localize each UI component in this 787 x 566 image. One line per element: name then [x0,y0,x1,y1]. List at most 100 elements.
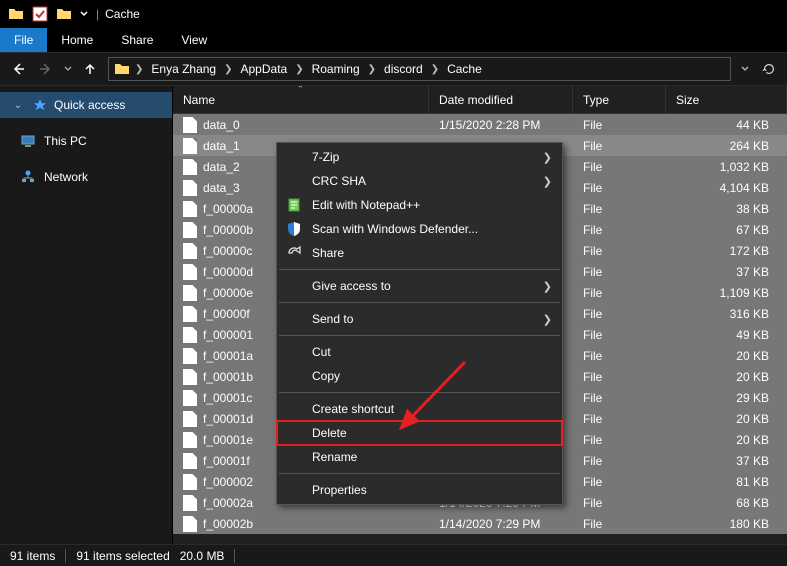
file-name: data_3 [203,181,240,195]
menu-item-crc-sha[interactable]: CRC SHA❯ [277,169,562,193]
star-icon [32,97,48,113]
menu-separator [279,302,560,303]
menu-item-delete[interactable]: Delete [277,421,562,445]
file-date: 1/14/2020 7:29 PM [429,517,573,531]
chevron-right-icon[interactable]: ❯ [429,64,441,75]
network-icon [20,169,36,185]
file-size: 44 KB [666,118,787,132]
column-date-modified[interactable]: Date modified [429,86,573,113]
file-size: 37 KB [666,454,787,468]
chevron-right-icon[interactable]: ❯ [366,64,378,75]
menu-item-copy[interactable]: Copy [277,364,562,388]
tab-file[interactable]: File [0,28,47,52]
address-dropdown[interactable] [735,55,755,83]
file-icon [183,306,197,322]
file-name: f_00002b [203,517,253,531]
file-date: 1/15/2020 2:28 PM [429,118,573,132]
menu-separator [279,392,560,393]
sidebar-item-quick-access[interactable]: ⌄ Quick access [0,92,172,118]
file-size: 264 KB [666,139,787,153]
refresh-button[interactable] [759,55,779,83]
file-name: f_00001c [203,391,252,405]
chevron-right-icon[interactable]: ❯ [293,64,305,75]
menu-separator [279,473,560,474]
menu-item-create-shortcut[interactable]: Create shortcut [277,397,562,421]
title-bar: | Cache [0,0,787,28]
checkbox-icon [30,4,50,24]
tab-share[interactable]: Share [107,28,167,52]
menu-item-label: Edit with Notepad++ [312,198,420,212]
file-name: f_00000a [203,202,253,216]
table-row[interactable]: f_00002b1/14/2020 7:29 PMFile180 KB [173,513,787,534]
crumb-1[interactable]: AppData [235,62,294,76]
menu-item-label: Cut [312,345,331,359]
sidebar-item-network[interactable]: Network [0,164,172,190]
crumb-2[interactable]: Roaming [306,62,366,76]
column-name[interactable]: Name ⌃ [173,86,429,113]
up-button[interactable] [76,55,104,83]
file-size: 38 KB [666,202,787,216]
menu-item-label: Give access to [312,279,391,293]
file-icon [183,159,197,175]
file-type: File [573,202,666,216]
menu-item-properties[interactable]: Properties [277,478,562,502]
file-type: File [573,286,666,300]
menu-item-cut[interactable]: Cut [277,340,562,364]
file-name: f_00001b [203,370,253,384]
navigation-pane: ⌄ Quick access This PC Network [0,86,173,544]
file-icon [183,495,197,511]
back-button[interactable] [4,55,32,83]
qa-dropdown-icon[interactable] [78,4,90,24]
file-size: 1,109 KB [666,286,787,300]
sidebar-item-label: This PC [44,134,87,148]
share-icon [285,244,303,262]
column-size[interactable]: Size [666,86,787,113]
file-size: 4,104 KB [666,181,787,195]
column-headers: Name ⌃ Date modified Type Size [173,86,787,114]
file-name: f_000001 [203,328,253,342]
file-icon [183,390,197,406]
file-name: data_1 [203,139,240,153]
file-type: File [573,412,666,426]
file-icon [183,180,197,196]
file-size: 81 KB [666,475,787,489]
file-name: f_00000f [203,307,250,321]
menu-item-scan-with-windows-defender[interactable]: Scan with Windows Defender... [277,217,562,241]
menu-item-7-zip[interactable]: 7-Zip❯ [277,145,562,169]
forward-button[interactable] [32,55,60,83]
crumb-3[interactable]: discord [378,62,429,76]
sidebar-item-this-pc[interactable]: This PC [0,128,172,154]
file-type: File [573,370,666,384]
history-dropdown[interactable] [60,65,76,73]
crumb-4[interactable]: Cache [441,62,488,76]
file-size: 20 KB [666,349,787,363]
menu-item-give-access-to[interactable]: Give access to❯ [277,274,562,298]
file-name: data_2 [203,160,240,174]
file-type: File [573,517,666,531]
file-name: f_00001a [203,349,253,363]
file-size: 68 KB [666,496,787,510]
chevron-right-icon[interactable]: ❯ [133,64,145,75]
column-type[interactable]: Type [573,86,666,113]
menu-item-edit-with-notepad[interactable]: Edit with Notepad++ [277,193,562,217]
file-type: File [573,433,666,447]
breadcrumb[interactable]: ❯ Enya Zhang ❯ AppData ❯ Roaming ❯ disco… [108,57,731,81]
chevron-right-icon[interactable]: ❯ [222,64,234,75]
crumb-0[interactable]: Enya Zhang [145,62,222,76]
tab-home[interactable]: Home [47,28,107,52]
file-icon [183,432,197,448]
monitor-icon [20,133,36,149]
file-icon [183,411,197,427]
tab-view[interactable]: View [167,28,221,52]
menu-item-send-to[interactable]: Send to❯ [277,307,562,331]
table-row[interactable]: data_01/15/2020 2:28 PMFile44 KB [173,114,787,135]
defender-icon [285,220,303,238]
menu-item-label: Send to [312,312,353,326]
status-separator [234,549,235,563]
file-size: 20 KB [666,412,787,426]
menu-item-share[interactable]: Share [277,241,562,265]
notepad-icon [285,196,303,214]
file-type: File [573,496,666,510]
file-type: File [573,265,666,279]
menu-item-rename[interactable]: Rename [277,445,562,469]
